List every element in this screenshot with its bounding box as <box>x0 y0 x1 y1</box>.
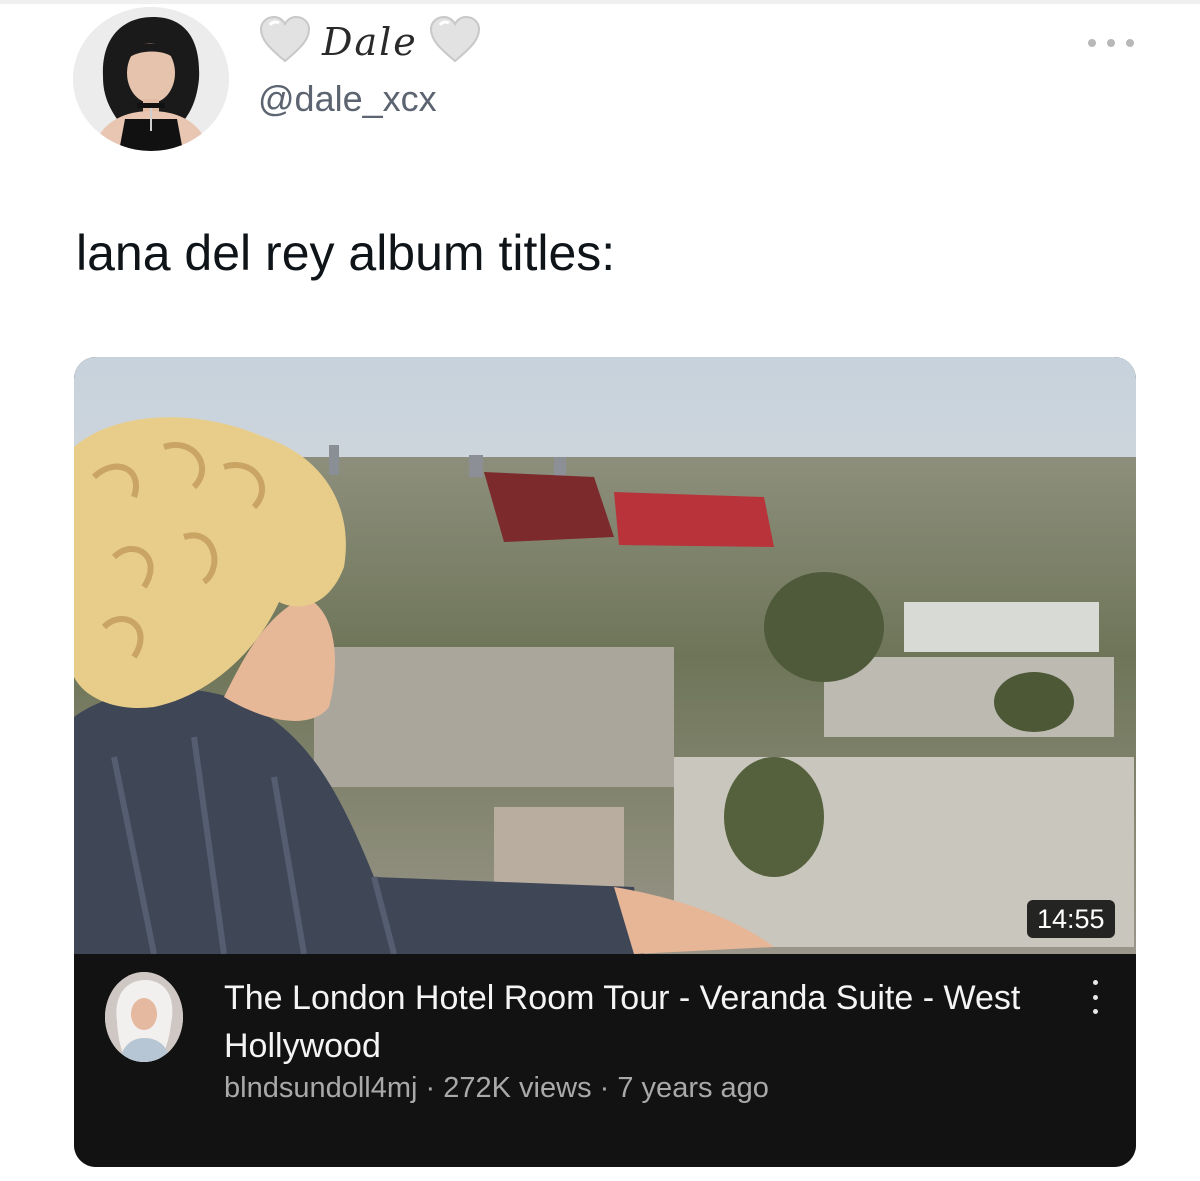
profile-avatar[interactable] <box>73 7 229 151</box>
more-horizontal-icon[interactable] <box>1088 32 1134 54</box>
video-duration: 14:55 <box>1027 900 1115 938</box>
heart-icon <box>258 15 312 70</box>
heart-icon <box>428 15 482 70</box>
channel-avatar[interactable] <box>105 972 183 1062</box>
more-vertical-icon[interactable] <box>1078 980 1112 1014</box>
top-divider <box>0 0 1200 4</box>
video-thumbnail[interactable] <box>74 357 1136 955</box>
tweet-text: lana del rey album titles: <box>76 225 616 281</box>
user-handle[interactable]: @dale_xcx <box>258 78 437 120</box>
video-title[interactable]: The London Hotel Room Tour - Veranda Sui… <box>224 974 1044 1070</box>
channel-name[interactable]: blndsundoll4mj <box>224 1072 417 1104</box>
video-info: The London Hotel Room Tour - Veranda Sui… <box>74 954 1136 1167</box>
display-name[interactable]: Dale <box>258 14 482 70</box>
meta-separator: · <box>599 1072 610 1104</box>
view-count: 272K views <box>443 1072 592 1104</box>
video-card[interactable]: 14:55 The London Hotel Room Tour - Veran… <box>74 357 1136 1167</box>
meta-separator: · <box>425 1072 436 1104</box>
upload-age: 7 years ago <box>617 1072 769 1104</box>
display-name-text: Dale <box>322 20 418 64</box>
video-meta: blndsundoll4mj · 272K views · 7 years ag… <box>224 1072 769 1105</box>
